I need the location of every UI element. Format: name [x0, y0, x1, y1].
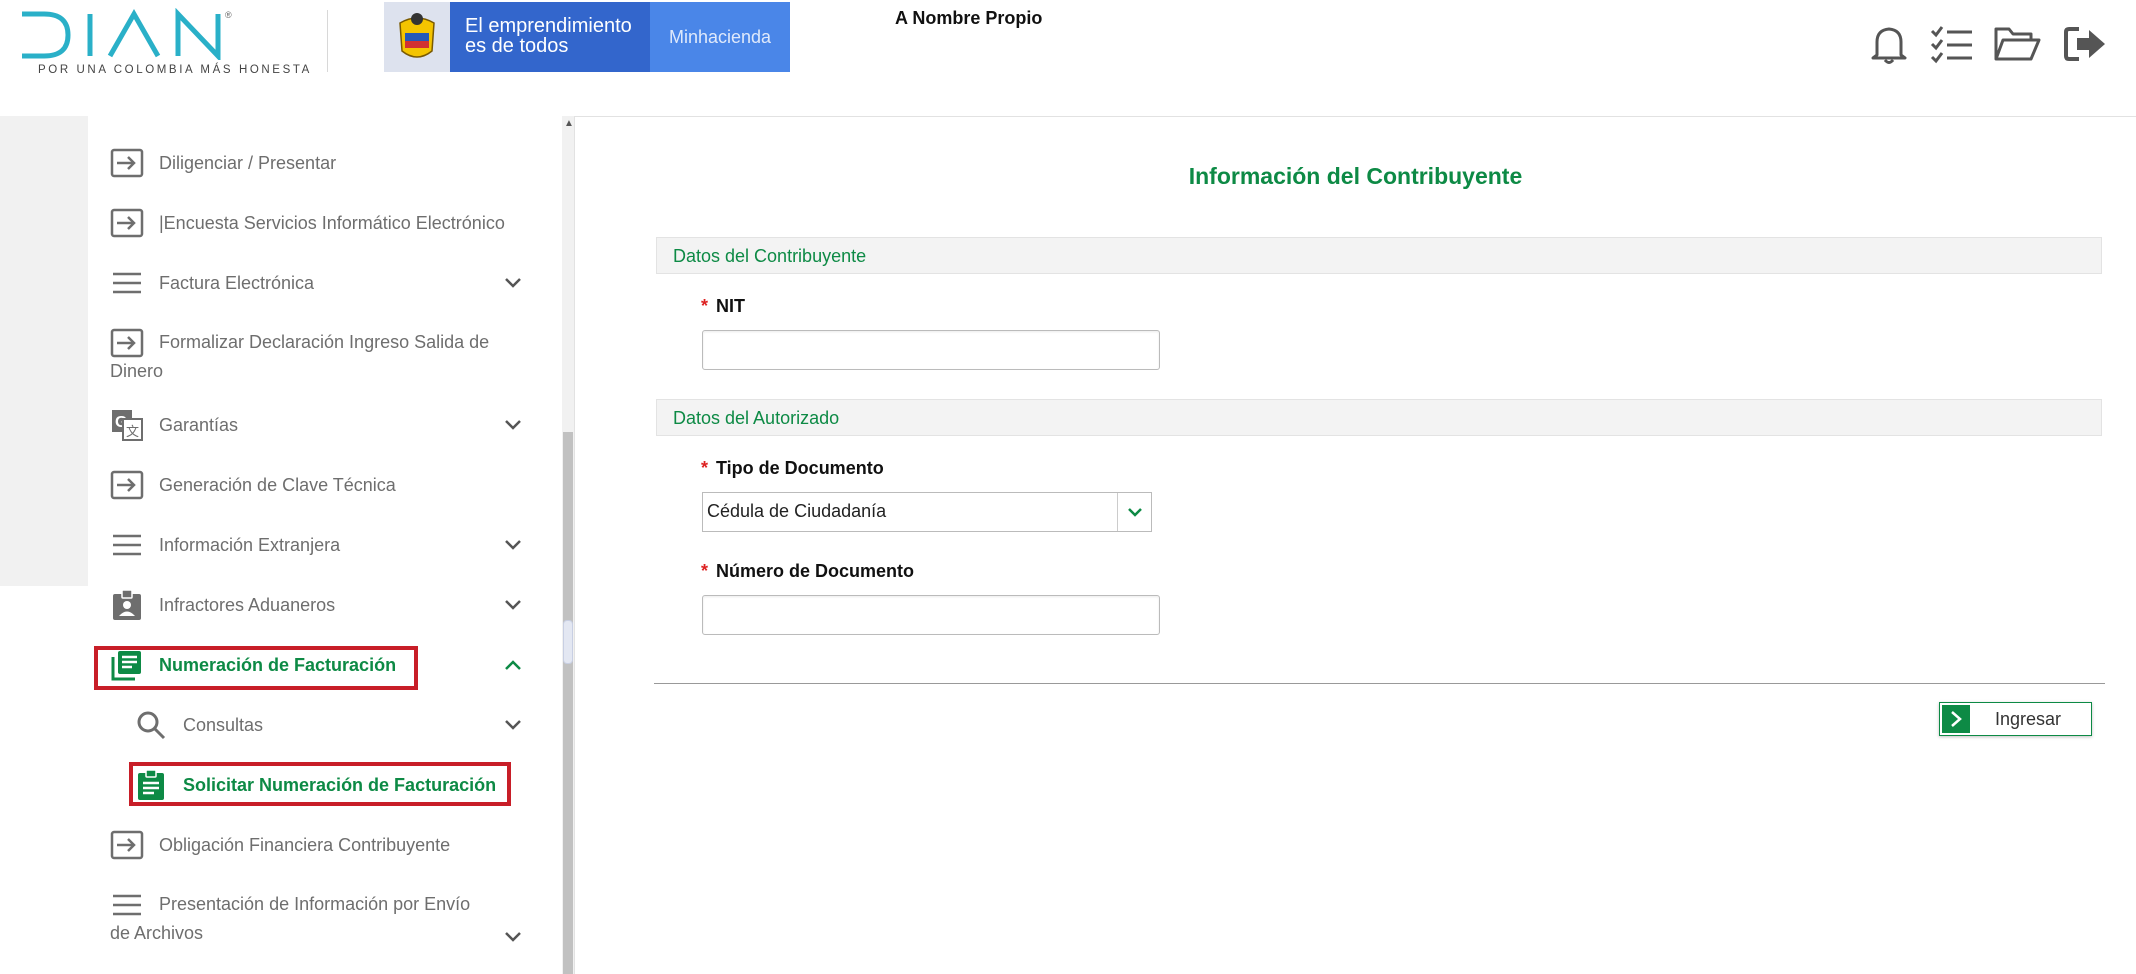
scroll-up-arrow-icon[interactable]: ▲	[564, 118, 574, 129]
page-title: Información del Contribuyente	[1188, 163, 1523, 189]
ingresar-button-label: Ingresar	[1995, 709, 2062, 729]
select-value: Cédula de Ciudadanía	[707, 501, 887, 521]
required-mark: *	[701, 561, 709, 581]
nit-label: * NIT	[701, 296, 745, 317]
clipboard-icon	[134, 768, 168, 802]
sidebar-item-label: Información Extranjera	[159, 535, 341, 555]
sidebar-item-label: Infractores Aduaneros	[159, 595, 336, 615]
sidebar-item-presentacion-informacion[interactable]: Presentación de Información por Envío de…	[88, 888, 562, 968]
chevron-down-icon[interactable]	[1117, 493, 1151, 531]
sidebar-item-informacion-extranjera[interactable]: Información Extranjera	[88, 528, 562, 576]
bell-icon[interactable]	[1865, 20, 1913, 68]
arrow-in-icon	[110, 146, 144, 180]
section-title: Datos del Autorizado	[673, 408, 840, 428]
menu-icon	[110, 266, 144, 300]
nit-label-text: NIT	[716, 296, 746, 316]
sidebar-item-label: Factura Electrónica	[159, 273, 315, 293]
sidebar-item-label: Garantías	[159, 415, 239, 435]
chevron-down-icon[interactable]	[502, 594, 524, 616]
scroll-thumb[interactable]	[563, 432, 573, 974]
gov-slogan-line2: es de todos	[465, 35, 569, 57]
required-mark: *	[701, 296, 709, 316]
section-header-autorizado: Datos del Autorizado	[656, 399, 2102, 436]
sidebar-item-consultas[interactable]: Consultas	[88, 708, 562, 756]
sidebar-item-label: Obligación Financiera Contribuyente	[159, 835, 451, 855]
colombia-shield-icon	[384, 2, 450, 72]
sidebar-scrollbar[interactable]: ▲	[562, 116, 574, 974]
document-list-icon	[110, 648, 144, 682]
translate-icon: G文	[110, 408, 144, 442]
top-header: ® POR UNA COLOMBIA MÁS HONESTA El empren…	[0, 0, 2136, 117]
sidebar-item-diligenciar[interactable]: Diligenciar / Presentar	[88, 146, 562, 194]
sidebar-collapse-handle[interactable]	[563, 620, 573, 664]
government-banner: El emprendimiento es de todos Minhaciend…	[384, 2, 790, 72]
section-header-contribuyente: Datos del Contribuyente	[656, 237, 2102, 274]
gov-ministry: Minhacienda	[650, 2, 790, 72]
sidebar-item-label: Presentación de Información por Envío de…	[110, 894, 471, 943]
sidebar-item-label: Formalizar Declaración Ingreso Salida de…	[110, 332, 490, 381]
logo-tagline: POR UNA COLOMBIA MÁS HONESTA	[38, 64, 312, 76]
chevron-down-icon[interactable]	[502, 272, 524, 294]
header-separator	[327, 10, 328, 72]
content-divider	[574, 116, 575, 974]
sidebar-item-clave-tecnica[interactable]: Generación de Clave Técnica	[88, 468, 562, 516]
tipo-documento-select[interactable]: Cédula de Ciudadanía	[702, 492, 1152, 532]
sidebar-item-label: Generación de Clave Técnica	[159, 475, 396, 495]
sidebar-item-label: |Encuesta Servicios Informático Electrón…	[159, 213, 505, 233]
numero-documento-label: * Número de Documento	[701, 561, 914, 582]
chevron-down-icon[interactable]	[502, 534, 524, 556]
arrow-in-icon	[110, 828, 144, 862]
chevron-up-icon[interactable]	[502, 654, 524, 676]
menu-icon	[110, 528, 144, 562]
tipo-documento-label-text: Tipo de Documento	[716, 458, 884, 478]
sign-out-icon[interactable]	[2061, 20, 2109, 68]
sidebar-item-garantias[interactable]: G文 Garantías	[88, 408, 562, 456]
user-name: A Nombre Propio	[895, 8, 1043, 28]
sidebar-item-formalizar-declaracion[interactable]: Formalizar Declaración Ingreso Salida de…	[88, 326, 562, 398]
numero-documento-input[interactable]	[702, 595, 1160, 635]
nit-input[interactable]	[702, 330, 1160, 370]
tipo-documento-label: * Tipo de Documento	[701, 458, 884, 479]
sidebar-item-factura-electronica[interactable]: Factura Electrónica	[88, 266, 562, 314]
sidebar-item-label: Solicitar Numeración de Facturación	[183, 775, 497, 795]
badge-icon	[110, 588, 144, 622]
svg-text:文: 文	[126, 424, 139, 439]
sidebar-item-solicitar-numeracion[interactable]: Solicitar Numeración de Facturación	[88, 768, 562, 816]
sidebar-item-infractores-aduaneros[interactable]: Infractores Aduaneros	[88, 588, 562, 636]
checklist-icon[interactable]	[1928, 20, 1976, 68]
section-title: Datos del Contribuyente	[673, 246, 867, 266]
sidebar-item-label: Numeración de Facturación	[159, 655, 397, 675]
sidebar-item-numeracion-facturacion[interactable]: Numeración de Facturación	[88, 648, 562, 696]
chevron-right-icon	[1942, 705, 1970, 733]
gov-slogan: El emprendimiento es de todos	[450, 2, 650, 72]
chevron-down-icon[interactable]	[502, 714, 524, 736]
gov-slogan-line1: El emprendimiento	[465, 15, 632, 37]
dian-logo-mark: ®	[22, 7, 232, 63]
arrow-in-icon	[110, 468, 144, 502]
search-icon	[134, 708, 168, 742]
sidebar-gutter	[0, 116, 88, 586]
chevron-down-icon[interactable]	[502, 414, 524, 436]
folder-open-icon[interactable]	[1993, 20, 2041, 68]
sidebar-item-encuesta[interactable]: |Encuesta Servicios Informático Electrón…	[88, 206, 562, 254]
sidebar-item-label: Consultas	[183, 715, 264, 735]
ingresar-button[interactable]: Ingresar	[1939, 702, 2092, 736]
arrow-in-icon	[110, 206, 144, 240]
required-mark: *	[701, 458, 709, 478]
numero-documento-label-text: Número de Documento	[716, 561, 915, 581]
sidebar-item-label: Diligenciar / Presentar	[159, 153, 337, 173]
chevron-down-icon[interactable]	[502, 926, 524, 948]
form-divider	[654, 683, 2105, 684]
dian-logo[interactable]: ® POR UNA COLOMBIA MÁS HONESTA	[18, 7, 309, 78]
sidebar-menu: Diligenciar / Presentar |Encuesta Servic…	[88, 116, 562, 974]
sidebar-item-obligacion-financiera[interactable]: Obligación Financiera Contribuyente	[88, 828, 562, 876]
svg-text:®: ®	[225, 10, 232, 20]
